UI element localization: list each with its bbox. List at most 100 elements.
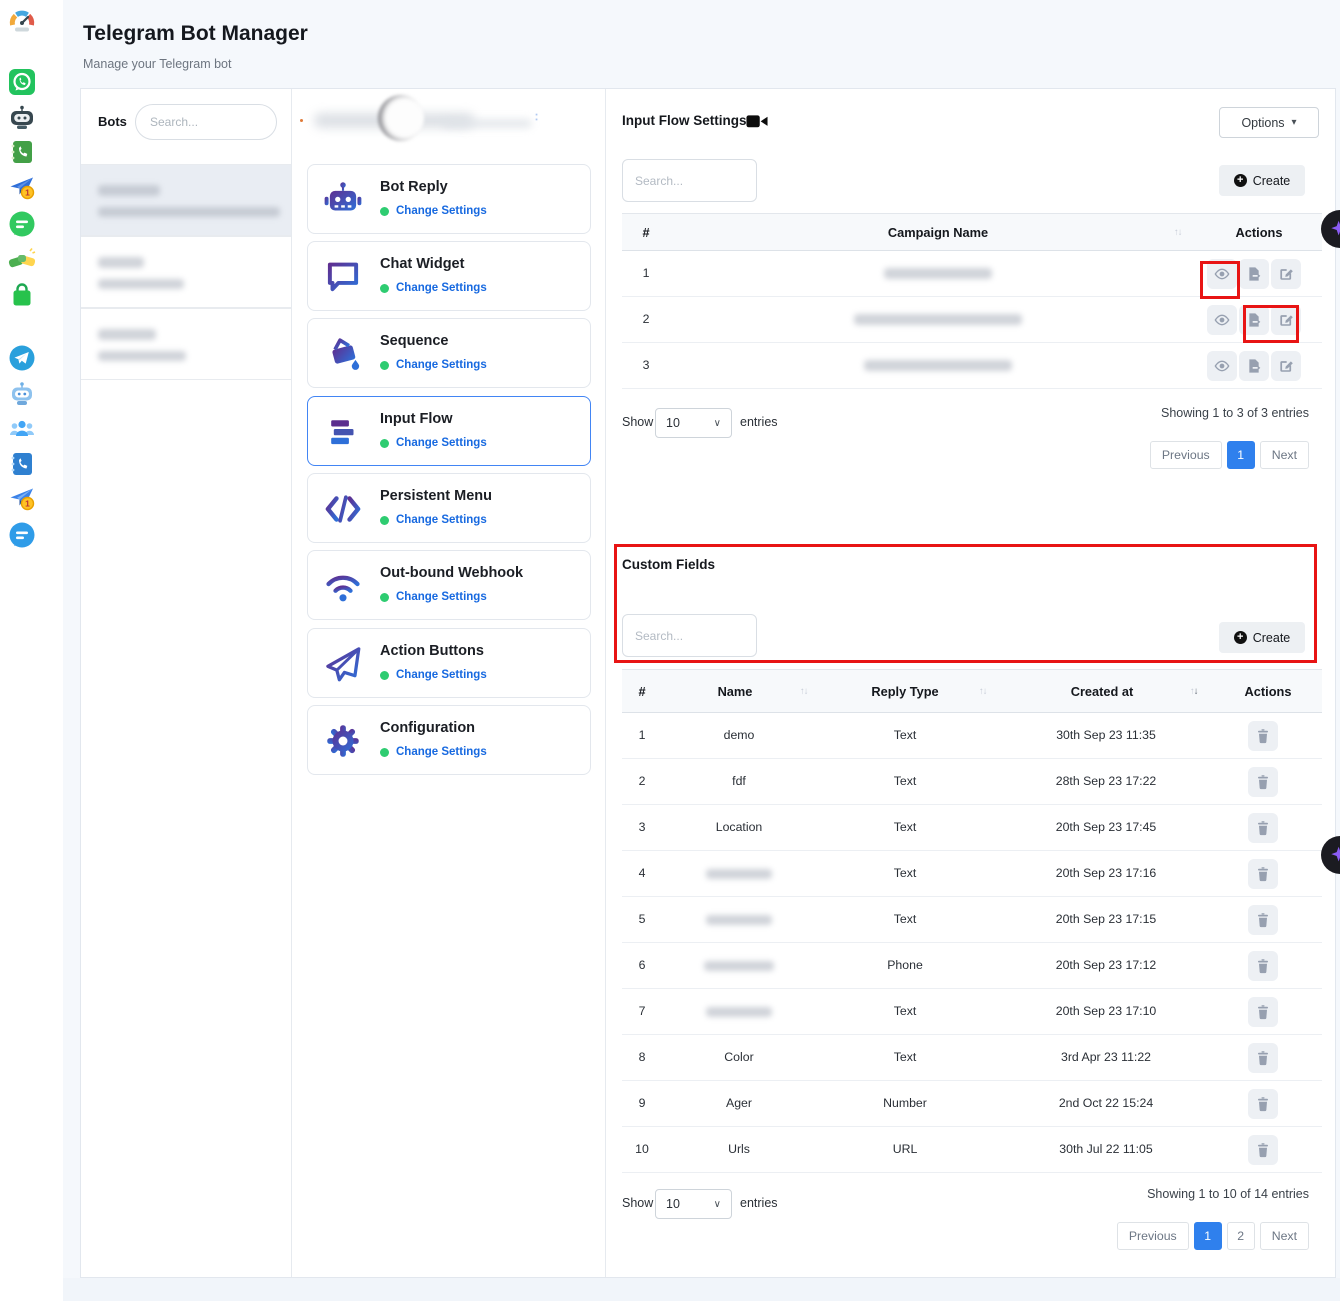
- input-flow-search-input[interactable]: [622, 159, 757, 202]
- input-flow-create-button[interactable]: +Create: [1219, 165, 1305, 196]
- next-page-button[interactable]: Next: [1260, 441, 1309, 469]
- view-button[interactable]: [1207, 305, 1237, 335]
- delete-button[interactable]: [1248, 1043, 1278, 1073]
- shop-icon[interactable]: [8, 281, 36, 309]
- settings-card-bot-reply[interactable]: Bot Reply Change Settings: [307, 164, 591, 234]
- delete-button[interactable]: [1248, 905, 1278, 935]
- export-button[interactable]: [1239, 259, 1269, 289]
- row-num: 2: [639, 774, 646, 788]
- change-settings-link[interactable]: Change Settings: [396, 669, 487, 681]
- change-settings-link[interactable]: Change Settings: [396, 514, 487, 526]
- bots-panel: Bots: [81, 89, 291, 1277]
- page-size-select[interactable]: 10∨: [655, 408, 732, 438]
- custom-fields-create-button[interactable]: +Create: [1219, 622, 1305, 653]
- sort-icon[interactable]: ↑↓: [979, 686, 987, 697]
- page-1-button[interactable]: 1: [1194, 1222, 1222, 1250]
- settings-card-sequence[interactable]: Sequence Change Settings: [307, 318, 591, 388]
- view-button[interactable]: [1207, 259, 1237, 289]
- input-flow-icon: [322, 411, 364, 453]
- change-settings-link[interactable]: Change Settings: [396, 746, 487, 758]
- page-title: Telegram Bot Manager: [83, 22, 308, 46]
- change-settings-link[interactable]: Change Settings: [396, 359, 487, 371]
- entries-summary: Showing 1 to 3 of 3 entries: [1161, 406, 1309, 420]
- plus-icon: +: [1234, 174, 1247, 187]
- speed-test-icon[interactable]: [8, 8, 36, 36]
- settings-card-input-flow[interactable]: Input Flow Change Settings: [307, 396, 591, 466]
- edit-button[interactable]: [1271, 305, 1301, 335]
- whatsapp-icon[interactable]: [8, 68, 36, 96]
- chevron-down-icon: ∨: [714, 1199, 721, 1210]
- sort-icon[interactable]: ↑↓: [1174, 227, 1182, 238]
- change-settings-link[interactable]: Change Settings: [396, 282, 487, 294]
- settings-card-label: Sequence: [380, 333, 449, 349]
- campaign-name-blurred: [884, 268, 992, 279]
- col-created-at[interactable]: Created at: [1071, 684, 1134, 699]
- edit-button[interactable]: [1271, 259, 1301, 289]
- sort-icon-active[interactable]: ↑↓: [1190, 686, 1198, 697]
- settings-card-chat-widget[interactable]: Chat Widget Change Settings: [307, 241, 591, 311]
- telegram-contacts-icon[interactable]: [8, 450, 36, 478]
- custom-fields-search-input[interactable]: [622, 614, 757, 657]
- previous-page-button[interactable]: Previous: [1150, 441, 1222, 469]
- col-name[interactable]: Name: [718, 684, 753, 699]
- settings-card-label: Action Buttons: [380, 643, 484, 659]
- delete-button[interactable]: [1248, 813, 1278, 843]
- bot-list-item-1[interactable]: [81, 164, 291, 236]
- change-settings-link[interactable]: Change Settings: [396, 591, 487, 603]
- field-row-5: 5 Text 20th Sep 23 17:15: [622, 897, 1322, 943]
- page-1-button[interactable]: 1: [1227, 441, 1255, 469]
- change-settings-link[interactable]: Change Settings: [396, 437, 487, 449]
- partnership-icon[interactable]: [8, 245, 36, 273]
- bot-list-item-2[interactable]: [81, 236, 291, 308]
- export-button[interactable]: [1239, 351, 1269, 381]
- edit-button[interactable]: [1271, 351, 1301, 381]
- bots-search-input[interactable]: [135, 104, 277, 140]
- field-row-3: 3 Location Text 20th Sep 23 17:45: [622, 805, 1322, 851]
- next-page-button[interactable]: Next: [1260, 1222, 1309, 1250]
- whatsapp-contacts-icon[interactable]: [8, 138, 36, 166]
- field-reply-type: Text: [894, 820, 917, 834]
- previous-page-button[interactable]: Previous: [1117, 1222, 1189, 1250]
- settings-card-outbound-webhook[interactable]: Out-bound Webhook Change Settings: [307, 550, 591, 620]
- telegram-group-icon[interactable]: [8, 414, 36, 442]
- field-row-1: 1 demo Text 30th Sep 23 11:35: [622, 713, 1322, 759]
- page-2-button[interactable]: 2: [1227, 1222, 1255, 1250]
- bot-reply-icon: [322, 179, 364, 221]
- footer-strip: [63, 1278, 1340, 1301]
- field-row-10: 10 Urls URL 30th Jul 22 11:05: [622, 1127, 1322, 1173]
- telegram-chat-icon[interactable]: [8, 521, 36, 549]
- delete-button[interactable]: [1248, 721, 1278, 751]
- field-created-at: 2nd Oct 22 15:24: [1059, 1096, 1153, 1110]
- settings-card-persistent-menu[interactable]: Persistent Menu Change Settings: [307, 473, 591, 543]
- delete-button[interactable]: [1248, 767, 1278, 797]
- telegram-bot-icon[interactable]: [8, 379, 36, 407]
- page-size-select[interactable]: 10∨: [655, 1189, 732, 1219]
- col-reply-type[interactable]: Reply Type: [871, 684, 938, 699]
- row-num: 9: [639, 1096, 646, 1110]
- options-button[interactable]: Options▾: [1219, 107, 1319, 138]
- export-button[interactable]: [1239, 305, 1269, 335]
- caret-down-icon: ▾: [1292, 117, 1297, 128]
- chatbot-icon[interactable]: [8, 103, 36, 131]
- persistent-menu-icon: [322, 488, 364, 530]
- telegram-icon[interactable]: [8, 344, 36, 372]
- telegram-premium-icon[interactable]: 1: [8, 173, 36, 201]
- field-name: fdf: [732, 774, 746, 788]
- settings-card-label: Configuration: [380, 720, 475, 736]
- delete-button[interactable]: [1248, 951, 1278, 981]
- sort-icon[interactable]: ↑↓: [800, 686, 808, 697]
- col-num[interactable]: #: [638, 684, 645, 699]
- settings-card-configuration[interactable]: Configuration Change Settings: [307, 705, 591, 775]
- change-settings-link[interactable]: Change Settings: [396, 205, 487, 217]
- delete-button[interactable]: [1248, 859, 1278, 889]
- settings-card-action-buttons[interactable]: Action Buttons Change Settings: [307, 628, 591, 698]
- bot-list-item-3[interactable]: [81, 308, 291, 380]
- delete-button[interactable]: [1248, 1135, 1278, 1165]
- delete-button[interactable]: [1248, 1089, 1278, 1119]
- col-campaign-name[interactable]: Campaign Name: [888, 225, 988, 240]
- messenger-green-icon[interactable]: [8, 210, 36, 238]
- col-num[interactable]: #: [642, 225, 649, 240]
- view-button[interactable]: [1207, 351, 1237, 381]
- telegram-premium-blue-icon[interactable]: 1: [8, 484, 36, 512]
- delete-button[interactable]: [1248, 997, 1278, 1027]
